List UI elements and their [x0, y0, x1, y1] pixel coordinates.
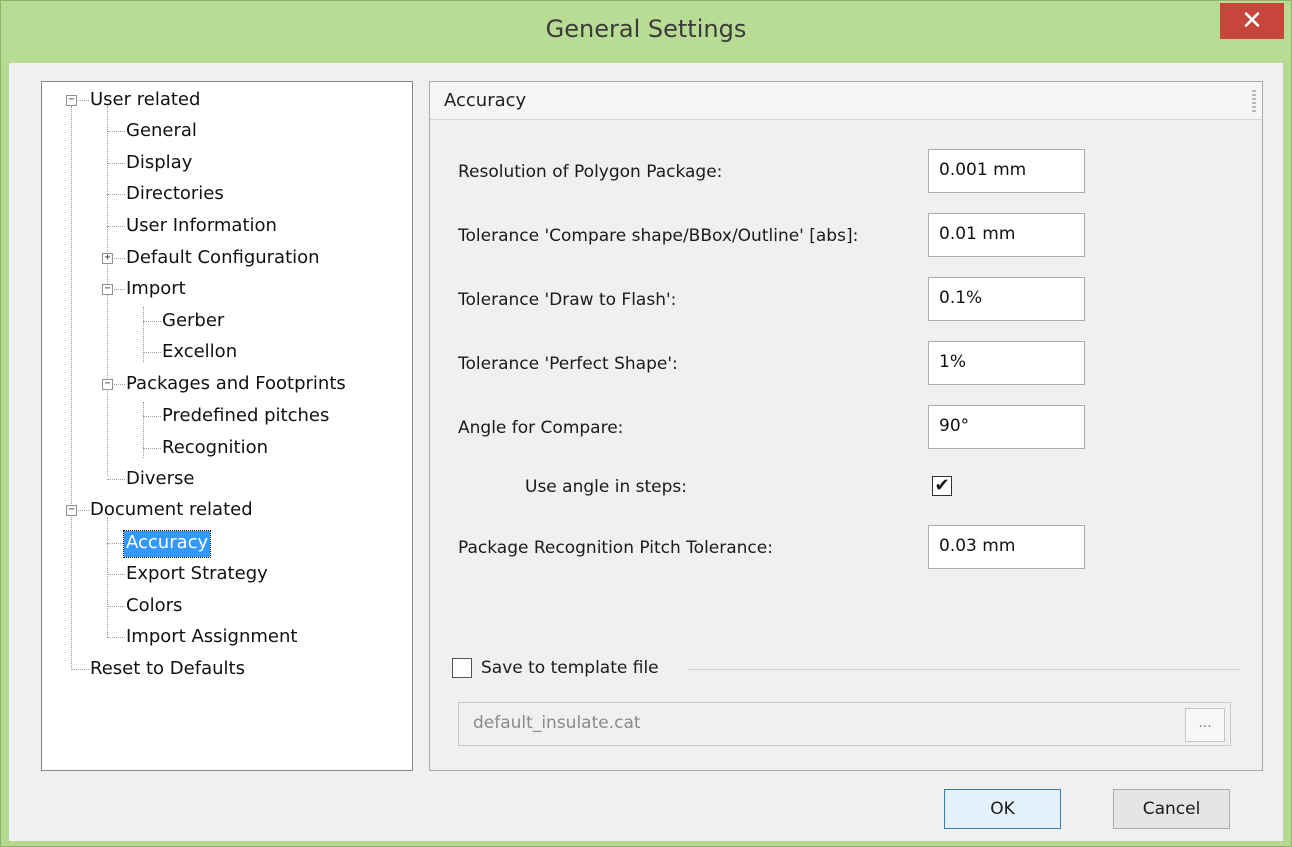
use-angle-steps-label: Use angle in steps:	[525, 477, 687, 497]
window-title: General Settings	[545, 15, 747, 43]
tree-item-recognition[interactable]: Recognition	[160, 436, 270, 462]
draw-to-flash-label: Tolerance 'Draw to Flash':	[458, 290, 677, 310]
tree-item-reset-to-defaults[interactable]: Reset to Defaults	[88, 657, 247, 683]
tree-item-diverse[interactable]: Diverse	[124, 467, 196, 493]
dialog-body: − + − − − User related General Display D…	[9, 63, 1283, 841]
tree-connector	[107, 543, 125, 544]
accuracy-panel: Accuracy Resolution of Polygon Package: …	[429, 81, 1263, 771]
tree-item-display[interactable]: Display	[124, 151, 194, 177]
tree-connector	[107, 226, 125, 227]
tree-item-export-strategy[interactable]: Export Strategy	[124, 562, 270, 588]
pitch-tolerance-input[interactable]: 0.03 mm	[928, 525, 1085, 569]
checkmark-icon: ✔	[934, 475, 950, 496]
collapse-packages-icon[interactable]: −	[102, 379, 113, 390]
tree-connector	[107, 637, 125, 638]
grip-icon	[1252, 90, 1256, 112]
cancel-button[interactable]: Cancel	[1113, 789, 1230, 829]
tree-connector	[107, 163, 125, 164]
ok-button[interactable]: OK	[944, 789, 1061, 829]
collapse-import-icon[interactable]: −	[102, 284, 113, 295]
tree-connector	[143, 416, 161, 417]
group-separator	[688, 669, 1240, 670]
tree-connector	[107, 606, 125, 607]
tree-item-accuracy[interactable]: Accuracy	[122, 530, 212, 558]
expand-default-configuration-icon[interactable]: +	[102, 253, 113, 264]
tree-item-document-related[interactable]: Document related	[88, 498, 255, 524]
tree-item-general[interactable]: General	[124, 119, 199, 145]
tree-connector	[143, 352, 161, 353]
perfect-shape-input[interactable]: 1%	[928, 341, 1085, 385]
compare-tolerance-label: Tolerance 'Compare shape/BBox/Outline' […	[458, 226, 859, 246]
browse-button: ...	[1185, 708, 1225, 742]
compare-tolerance-input[interactable]: 0.01 mm	[928, 213, 1085, 257]
tree-connector	[107, 194, 125, 195]
collapse-user-related-icon[interactable]: −	[66, 95, 77, 106]
angle-compare-label: Angle for Compare:	[458, 418, 624, 438]
settings-tree[interactable]: − + − − − User related General Display D…	[41, 81, 413, 771]
tree-item-import[interactable]: Import	[124, 277, 188, 303]
tree-connector	[143, 448, 161, 449]
tree-connector	[107, 479, 125, 480]
angle-compare-input[interactable]: 90°	[928, 405, 1085, 449]
tree-connector	[143, 307, 144, 363]
close-icon: ✕	[1241, 6, 1263, 36]
tree-item-predefined-pitches[interactable]: Predefined pitches	[160, 404, 331, 430]
tree-item-user-information[interactable]: User Information	[124, 214, 279, 240]
tree-item-excellon[interactable]: Excellon	[160, 340, 239, 366]
tree-item-colors[interactable]: Colors	[124, 594, 184, 620]
tree-item-default-configuration[interactable]: Default Configuration	[124, 246, 322, 272]
save-template-label[interactable]: Save to template file	[481, 658, 659, 678]
tree-connector	[107, 574, 125, 575]
use-angle-steps-checkbox[interactable]: ✔	[932, 476, 952, 496]
collapse-document-related-icon[interactable]: −	[66, 505, 77, 516]
pitch-tolerance-label: Package Recognition Pitch Tolerance:	[458, 538, 773, 558]
tree-item-packages-and-footprints[interactable]: Packages and Footprints	[124, 372, 348, 398]
close-button[interactable]: ✕	[1220, 3, 1284, 39]
panel-title: Accuracy	[444, 90, 527, 111]
tree-item-directories[interactable]: Directories	[124, 182, 226, 208]
tree-connector	[143, 321, 161, 322]
tree-connector	[71, 669, 89, 670]
tree-connector	[143, 402, 144, 458]
draw-to-flash-input[interactable]: 0.1%	[928, 277, 1085, 321]
resolution-label: Resolution of Polygon Package:	[458, 162, 723, 182]
perfect-shape-label: Tolerance 'Perfect Shape':	[458, 354, 678, 374]
tree-connector	[71, 106, 72, 670]
tree-connector	[107, 131, 125, 132]
tree-item-import-assignment[interactable]: Import Assignment	[124, 625, 299, 651]
save-template-checkbox[interactable]	[452, 658, 472, 678]
tree-connector	[107, 517, 108, 637]
title-bar[interactable]: General Settings ✕	[1, 1, 1291, 63]
template-file-input: default_insulate.cat	[458, 702, 1231, 746]
settings-window: General Settings ✕ − + − − − User relate…	[0, 0, 1292, 847]
tree-item-gerber[interactable]: Gerber	[160, 309, 226, 335]
resolution-input[interactable]: 0.001 mm	[928, 149, 1085, 193]
tree-item-user-related[interactable]: User related	[88, 88, 202, 114]
panel-header: Accuracy	[430, 82, 1262, 120]
